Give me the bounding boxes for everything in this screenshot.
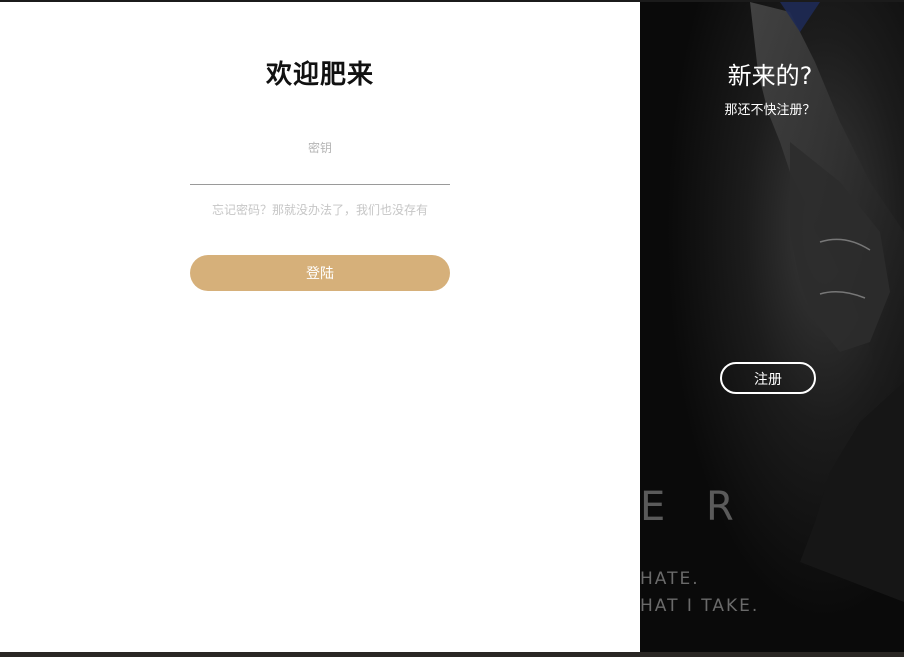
artwork-text-line2: HAT I TAKE. [640,596,760,616]
forgot-password-link[interactable]: 忘记密码？那就没办法了，我们也没存有 [150,201,490,218]
signup-panel: E R HATE. HAT I TAKE. 新来的? 那还不快注册？ 注册 [640,2,904,652]
password-label: 密钥 [307,141,332,155]
login-panel: 欢迎肥来 密钥 忘记密码？那就没办法了，我们也没存有 登陆 [0,2,640,652]
artwork-text-large: E R [640,484,748,530]
signup-title: 新来的? [727,62,813,90]
app-frame: 欢迎肥来 密钥 忘记密码？那就没办法了，我们也没存有 登陆 E R HATE. … [0,0,904,657]
bottom-border [0,652,904,657]
login-title: 欢迎肥来 [265,60,374,90]
password-input[interactable] [190,160,450,185]
signup-button[interactable]: 注册 [720,362,816,394]
signup-subtitle: 那还不快注册？ [724,103,816,118]
login-button[interactable]: 登陆 [190,255,450,291]
artwork-text-line1: HATE. [640,569,700,589]
